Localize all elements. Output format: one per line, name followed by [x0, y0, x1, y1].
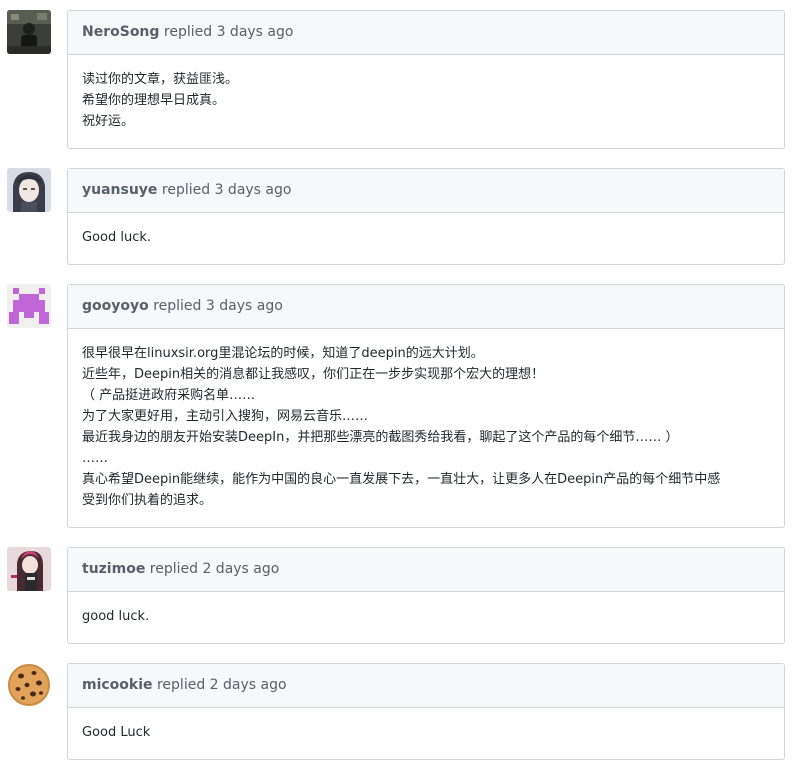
anime-avatar-icon [7, 168, 51, 212]
identicon-purple-icon [7, 284, 51, 328]
comment-text-line: …… [82, 451, 108, 466]
author-link[interactable]: yuansuye [82, 182, 157, 198]
comment-header: yuansuye replied 3 days ago [68, 169, 784, 213]
comment-body: Good Luck [68, 708, 784, 743]
avatar[interactable] [7, 10, 51, 54]
comment-body: 很早很早在linuxsir.org里混论坛的时候，知道了deepin的远大计划。… [68, 329, 784, 511]
comment-text-line: good luck. [82, 609, 150, 624]
comment-meta: replied 3 days ago [161, 182, 292, 198]
comment-text-line: 读过你的文章，获益匪浅。 [82, 72, 239, 87]
comment-text-line: 希望你的理想早日成真。 [82, 93, 226, 108]
comment-card: yuansuye replied 3 days ago Good luck. [67, 168, 785, 265]
comment-meta: replied 3 days ago [153, 298, 283, 314]
comment-body: good luck. [68, 592, 784, 627]
comment-body: Good luck. [68, 213, 784, 248]
photo-avatar-dark-icon [7, 10, 51, 54]
comment-header: NeroSong replied 3 days ago [68, 11, 784, 55]
comment-meta: replied 3 days ago [163, 24, 294, 40]
comment-header: gooyoyo replied 3 days ago [68, 285, 784, 329]
comment-text-line: 最近我身边的朋友开始安装DeepIn，并把那些漂亮的截图秀给我看，聊起了这个产品… [82, 430, 679, 445]
author-link[interactable]: gooyoyo [82, 298, 149, 314]
comment-text-line: 近些年，Deepin相关的消息都让我感叹，你们正在一步步实现那个宏大的理想！ [82, 367, 545, 382]
author-link[interactable]: NeroSong [82, 24, 159, 40]
comment-card: tuzimoe replied 2 days ago good luck. [67, 547, 785, 644]
comment-meta: replied 2 days ago [149, 561, 280, 577]
comment-text-line: 真心希望Deepin能继续，能作为中国的良心一直发展下去，一直壮大，让更多人在D… [82, 472, 721, 487]
author-link[interactable]: tuzimoe [82, 561, 145, 577]
comment-text-line: 很早很早在linuxsir.org里混论坛的时候，知道了deepin的远大计划。 [82, 346, 484, 361]
comment-card: micookie replied 2 days ago Good Luck [67, 663, 785, 760]
anime-girl-avatar-icon [7, 547, 51, 591]
comment-text-line: Good Luck [82, 725, 151, 740]
author-link[interactable]: micookie [82, 677, 153, 693]
comment-text-line: 为了大家更好用，主动引入搜狗，网易云音乐…… [82, 409, 369, 424]
comment-text-line: 祝好运。 [82, 114, 135, 129]
avatar[interactable] [7, 284, 51, 328]
comment-body: 读过你的文章，获益匪浅。 希望你的理想早日成真。 祝好运。 [68, 55, 784, 132]
comment-text-line: Good luck. [82, 230, 152, 245]
comment-card: gooyoyo replied 3 days ago 很早很早在linuxsir… [67, 284, 785, 528]
comment-text-line: 受到你们执着的追求。 [82, 493, 213, 508]
avatar[interactable] [7, 168, 51, 212]
cookie-avatar-icon [7, 663, 51, 707]
comment-text-line: （ 产品挺进政府采购名单…… [82, 388, 256, 403]
avatar[interactable] [7, 663, 51, 707]
comment-header: tuzimoe replied 2 days ago [68, 548, 784, 592]
avatar[interactable] [7, 547, 51, 591]
comment-card: NeroSong replied 3 days ago 读过你的文章，获益匪浅。… [67, 10, 785, 149]
comment-header: micookie replied 2 days ago [68, 664, 784, 708]
comment-meta: replied 2 days ago [156, 677, 287, 693]
